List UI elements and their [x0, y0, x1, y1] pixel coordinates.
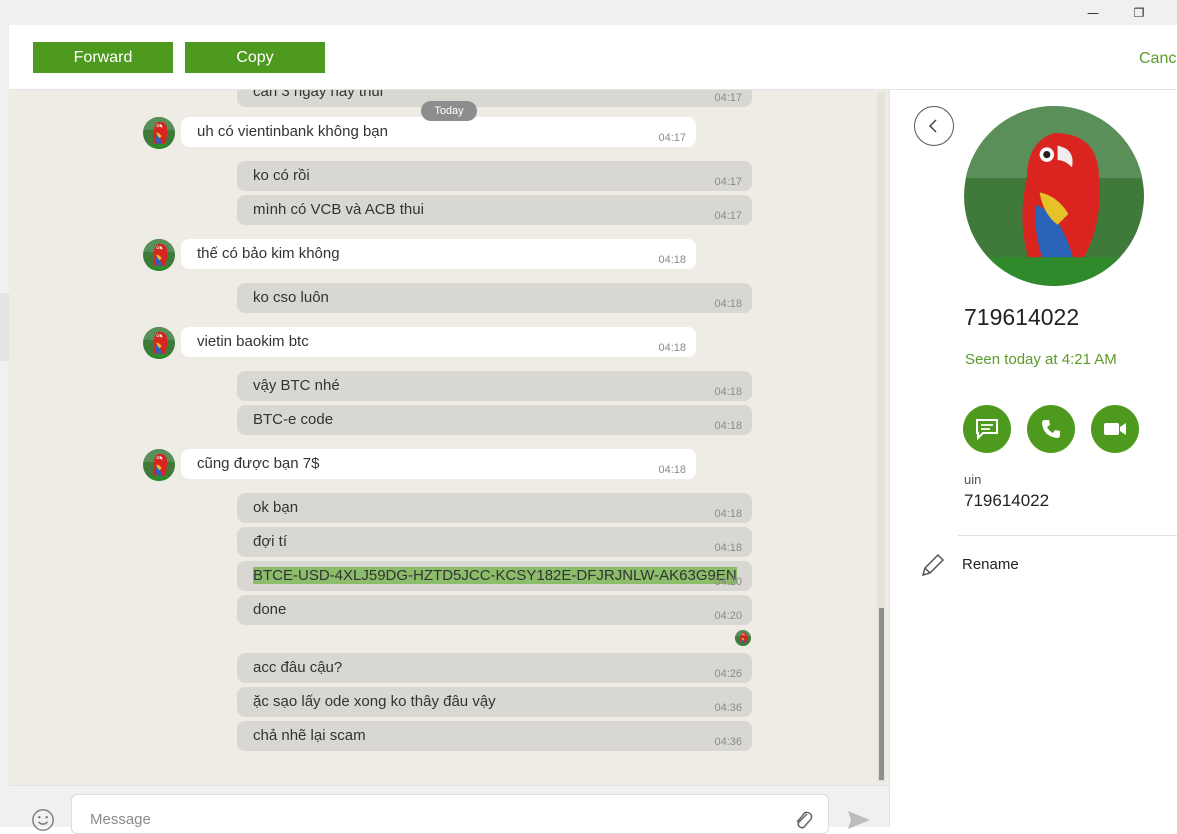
message-text: mình có VCB và ACB thui [253, 201, 424, 218]
scrollbar-thumb[interactable] [879, 608, 884, 780]
outgoing-message[interactable]: chả nhẽ lại scam 04:36 [237, 721, 752, 751]
message-text: thế có bảo kim không [197, 245, 340, 262]
contact-panel: 719614022 Seen today at 4:21 AM uin 7196… [889, 90, 1177, 827]
left-edge-indicator [0, 293, 9, 361]
paperclip-icon[interactable] [791, 808, 815, 832]
outgoing-message[interactable]: ko cso luôn 04:18 [237, 283, 752, 313]
message-time: 04:17 [658, 132, 686, 144]
message-button[interactable] [963, 405, 1011, 453]
outgoing-message[interactable]: acc đâu cậu? 04:26 [237, 653, 752, 683]
message-input[interactable]: Message [71, 794, 829, 834]
video-call-button[interactable] [1091, 405, 1139, 453]
outgoing-message[interactable]: done 04:20 [237, 595, 752, 625]
cancel-button[interactable]: Cancel [1139, 50, 1177, 68]
message-text: done [253, 601, 287, 618]
message-text: ko cso luôn [253, 289, 329, 306]
contact-avatar[interactable] [143, 239, 175, 271]
message-time: 04:18 [714, 508, 742, 520]
chevron-left-icon [928, 119, 937, 133]
message-time: 04:18 [714, 386, 742, 398]
message-time: 04:18 [658, 464, 686, 476]
call-button[interactable] [1027, 405, 1075, 453]
back-button[interactable] [914, 106, 954, 146]
pencil-icon[interactable] [920, 552, 946, 578]
copy-button[interactable]: Copy [185, 42, 325, 73]
outgoing-message[interactable]: ặc sạo lấy ode xong ko thây đâu vậy 04:36 [237, 687, 752, 717]
uin-value: 719614022 [964, 491, 1050, 510]
divider [958, 535, 1177, 536]
minimize-button[interactable]: — [1070, 0, 1116, 25]
restore-button[interactable]: ❐ [1116, 0, 1162, 25]
profile-picture[interactable] [964, 106, 1144, 286]
message-time: 04:18 [658, 342, 686, 354]
contact-avatar[interactable] [143, 117, 175, 149]
incoming-message[interactable]: thế có bảo kim không 04:18 [181, 239, 696, 269]
message-time: 04:20 [714, 576, 742, 588]
outgoing-message[interactable]: cần 3 ngày hay thui 04:17 [237, 90, 752, 107]
message-text: vậy BTC nhé [253, 377, 340, 394]
last-seen: Seen today at 4:21 AM [965, 351, 1117, 368]
message-time: 04:18 [658, 254, 686, 266]
contact-name: 719614022 [964, 304, 1080, 330]
message-time: 04:17 [714, 176, 742, 188]
message-text: ặc sạo lấy ode xong ko thây đâu vậy [253, 693, 496, 710]
title-bar: — ❐ [0, 0, 1177, 25]
left-edge [0, 25, 9, 827]
message-time: 04:26 [714, 668, 742, 680]
rename-button[interactable]: Rename [962, 556, 1019, 573]
message-text: cần 3 ngày hay thui [253, 90, 384, 100]
message-text: uh có vientinbank không bạn [197, 123, 388, 140]
message-text: đợi tí [253, 533, 288, 550]
message-text: BTC-e code [253, 411, 334, 428]
message-time: 04:36 [714, 702, 742, 714]
phone-icon [1042, 420, 1060, 438]
video-icon [1104, 423, 1126, 435]
message-time: 04:17 [714, 92, 742, 104]
date-badge: Today [421, 101, 477, 121]
message-text: chả nhẽ lại scam [253, 727, 366, 744]
contact-avatar[interactable] [143, 327, 175, 359]
message-time: 04:18 [714, 298, 742, 310]
message-text: BTCE-USD-4XLJ59DG-HZTD5JCC-KCSY182E-DFJR… [253, 567, 737, 584]
selection-toolbar: Forward Copy Cancel [9, 25, 1177, 90]
message-time: 04:20 [714, 610, 742, 622]
uin-label: uin [964, 472, 982, 487]
message-text: cũng được bạn 7$ [197, 455, 320, 472]
message-text: ko có rồi [253, 167, 310, 184]
outgoing-message[interactable]: ko có rồi 04:17 [237, 161, 752, 191]
outgoing-message[interactable]: ok bạn 04:18 [237, 493, 752, 523]
compose-bar: Message [9, 785, 889, 834]
message-time: 04:17 [714, 210, 742, 222]
contact-avatar[interactable] [143, 449, 175, 481]
outgoing-message[interactable]: BTC-e code 04:18 [237, 405, 752, 435]
send-icon[interactable] [847, 810, 871, 830]
incoming-message[interactable]: cũng được bạn 7$ 04:18 [181, 449, 696, 479]
outgoing-message[interactable]: đợi tí 04:18 [237, 527, 752, 557]
chat-area: cần 3 ngày hay thui 04:17 uh có vientinban… [9, 90, 889, 785]
chat-icon [976, 419, 998, 440]
outgoing-message[interactable]: vậy BTC nhé 04:18 [237, 371, 752, 401]
message-text: vietin baokim btc [197, 333, 309, 350]
outgoing-message[interactable]: BTCE-USD-4XLJ59DG-HZTD5JCC-KCSY182E-DFJR… [237, 561, 752, 591]
message-text: acc đâu cậu? [253, 659, 343, 676]
message-text: ok bạn [253, 499, 299, 516]
emoji-icon[interactable] [31, 808, 55, 832]
forward-button[interactable]: Forward [33, 42, 173, 73]
incoming-message[interactable]: uh có vientinbank không bạn 04:17 [181, 117, 696, 147]
message-time: 04:18 [714, 420, 742, 432]
outgoing-message[interactable]: mình có VCB và ACB thui 04:17 [237, 195, 752, 225]
message-time: 04:18 [714, 542, 742, 554]
message-time: 04:36 [714, 736, 742, 748]
incoming-message[interactable]: vietin baokim btc 04:18 [181, 327, 696, 357]
read-receipt-avatar [735, 630, 751, 646]
